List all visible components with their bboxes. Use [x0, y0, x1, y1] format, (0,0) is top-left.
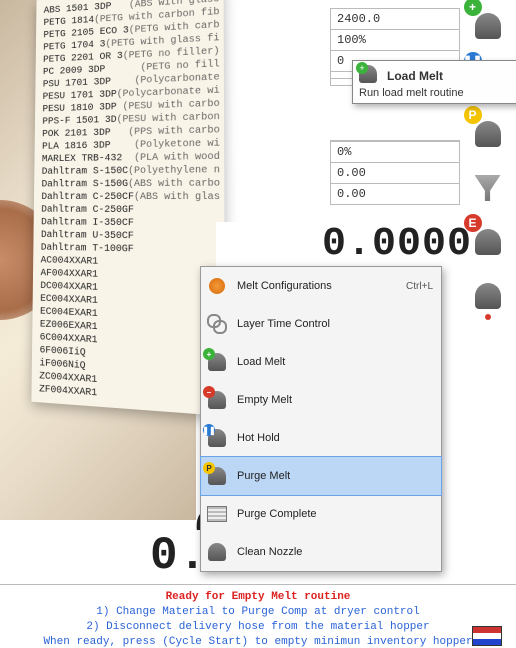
material-row: Dahltram S-150CF(Polyethylene n — [42, 164, 220, 179]
purge-melt-button[interactable]: P — [468, 110, 508, 158]
menu-item-label: Purge Melt — [237, 470, 290, 482]
load-melt-button[interactable]: + — [468, 2, 508, 50]
value-field-2[interactable]: 100% — [330, 29, 460, 50]
status-line-3: When ready, press (Cycle Start) to empty… — [0, 635, 516, 648]
layer-time-icon — [205, 312, 229, 336]
melt-context-menu: Melt Configurations Ctrl+L Layer Time Cont… — [200, 266, 442, 572]
status-title: Ready for Empty Melt routine — [0, 590, 516, 605]
purge-complete-icon — [205, 502, 229, 526]
material-row: Dahltram C-250CF(ABS with glas — [41, 191, 220, 204]
menu-item-layer-time-control[interactable]: Layer Time Control — [201, 305, 441, 343]
menu-item-label: Purge Complete — [237, 508, 317, 520]
value-field-1[interactable]: 2400.0 — [330, 8, 460, 29]
menu-item-label: Layer Time Control — [237, 318, 330, 330]
menu-item-melt-configurations[interactable]: Melt Configurations Ctrl+L — [201, 267, 441, 305]
clean-nozzle-button[interactable] — [468, 272, 508, 320]
status-line-2: 2) Disconnect delivery hose from the mat… — [0, 620, 516, 635]
clean-nozzle-icon — [205, 540, 229, 564]
value-field-7[interactable]: 0.00 — [330, 162, 460, 183]
main-readout: 0.0000 — [216, 222, 472, 267]
menu-item-clean-nozzle[interactable]: Clean Nozzle — [201, 533, 441, 571]
menu-item-label: Melt Configurations — [237, 280, 332, 292]
load-melt-icon: + — [359, 65, 381, 87]
menu-item-label: Load Melt — [237, 356, 285, 368]
menu-item-label: Clean Nozzle — [237, 546, 302, 558]
status-block: Ready for Empty Melt routine 1) Change M… — [0, 590, 516, 648]
hot-hold-icon: ❚❚ — [205, 426, 229, 450]
melt-config-icon — [205, 274, 229, 298]
materials-photo: ABS 1501 3DP(ABS with glassPETG 1814 OR … — [0, 0, 196, 520]
menu-item-purge-complete[interactable]: Purge Complete — [201, 495, 441, 533]
tooltip-title: Load Melt — [387, 69, 443, 83]
empty-melt-icon: – — [205, 388, 229, 412]
load-melt-tooltip: + Load Melt Run load melt routine — [352, 60, 516, 104]
menu-item-hotkey: Ctrl+L — [406, 281, 433, 292]
funnel-button[interactable] — [468, 164, 508, 212]
empty-melt-button[interactable]: E — [468, 218, 508, 266]
value-field-8[interactable]: 0.00 — [330, 183, 460, 205]
menu-item-purge-melt[interactable]: P Purge Melt — [200, 456, 442, 496]
materials-paper-list: ABS 1501 3DP(ABS with glassPETG 1814 OR … — [31, 0, 225, 416]
tooltip-desc: Run load melt routine — [359, 87, 516, 99]
status-line-1: 1) Change Material to Purge Comp at drye… — [0, 605, 516, 620]
divider — [0, 584, 516, 585]
value-field-6[interactable]: 0% — [330, 141, 460, 162]
side-button-panel: +❚❚PE — [465, 2, 510, 320]
material-row: Dahltram C-250GF — [41, 204, 220, 218]
menu-item-hot-hold[interactable]: ❚❚ Hot Hold — [201, 419, 441, 457]
load-melt-icon: + — [205, 350, 229, 374]
purge-melt-icon: P — [205, 464, 229, 488]
menu-item-label: Empty Melt — [237, 394, 292, 406]
value-fields-lower: 0% 0.00 0.00 — [330, 140, 460, 205]
material-row: Dahltram S-150GF(ABS with carbo — [42, 177, 221, 191]
menu-item-load-melt[interactable]: + Load Melt — [201, 343, 441, 381]
menu-item-empty-melt[interactable]: –Empty Melt — [201, 381, 441, 419]
menu-item-label: Hot Hold — [237, 432, 280, 444]
